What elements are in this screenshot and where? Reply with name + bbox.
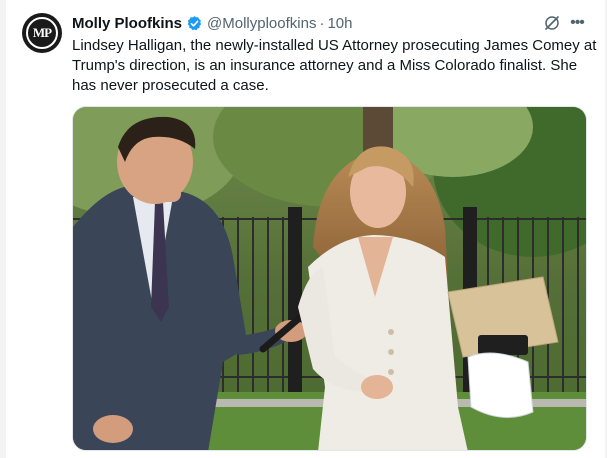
more-icon[interactable]: ••• <box>568 14 586 32</box>
tweet-photo[interactable] <box>72 106 587 451</box>
display-name[interactable]: Molly Ploofkins <box>72 15 182 32</box>
tweet-header: Molly Ploofkins @Mollyploofkins · 10h <box>72 12 352 34</box>
timestamp[interactable]: 10h <box>327 15 352 32</box>
user-handle[interactable]: @Mollyploofkins <box>207 15 316 32</box>
photo-illustration <box>73 107 586 450</box>
tweet-text: Lindsey Halligan, the newly-installed US… <box>72 37 597 94</box>
avatar[interactable]: MP <box>22 13 62 53</box>
tweet-card[interactable]: MP Molly Ploofkins @Mollyploofkins · 10h… <box>6 0 605 458</box>
separator-dot: · <box>319 14 325 32</box>
verified-badge-icon[interactable] <box>186 15 203 32</box>
grok-icon[interactable] <box>543 14 561 32</box>
avatar-initials: MP <box>26 17 58 49</box>
